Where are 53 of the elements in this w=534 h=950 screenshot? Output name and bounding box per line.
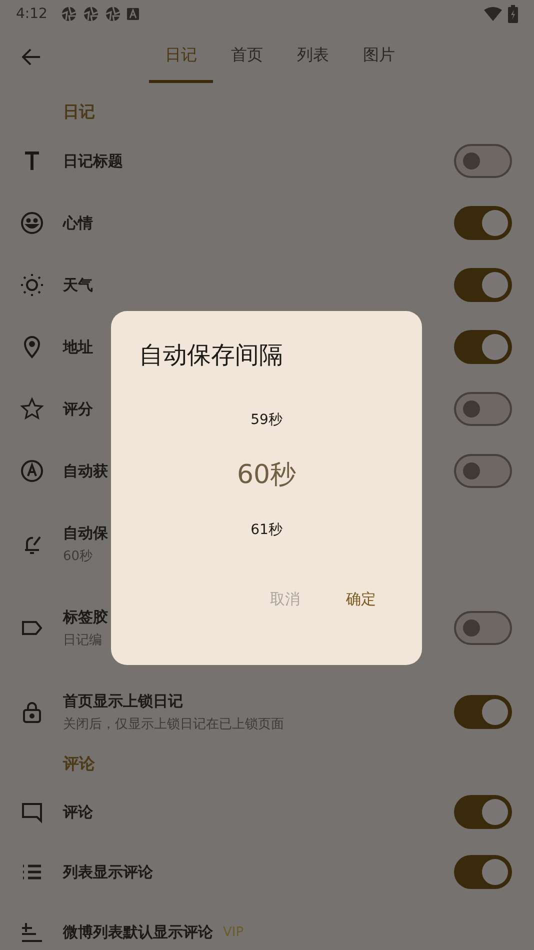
toggle-switch[interactable] [454,206,512,240]
sort-lines-icon [20,920,44,944]
tab[interactable]: 列表 [281,31,345,83]
toggle-switch[interactable] [454,855,512,889]
smiley-icon [20,211,44,235]
aperture-icon [83,6,100,22]
tab[interactable]: 日记 [149,31,213,83]
tab[interactable]: 图片 [347,31,411,83]
picker-option[interactable]: 60秒 [236,448,296,503]
setting-title: 评分 [63,400,93,418]
star-icon [20,397,44,421]
setting-title: 日记标题 [63,152,123,170]
section-header: 日记 [62,101,96,123]
circled-a-icon [20,459,44,483]
toggle-switch[interactable] [454,268,512,302]
comment-icon [20,800,44,824]
setting-title: 首页显示上锁日记 [63,692,183,710]
picker-option[interactable]: 59秒 [250,393,282,448]
aperture-icon [105,6,122,22]
toggle-switch[interactable] [454,144,512,178]
picker-option[interactable]: 61秒 [250,503,282,558]
back-arrow-icon[interactable] [22,48,41,66]
setting-title: 自动保 [63,524,108,542]
setting-title: 评论 [63,802,93,822]
toggle-switch[interactable] [454,695,512,729]
status-time: 4:12 [16,6,48,22]
letter-a-icon [127,8,140,20]
confirm-button[interactable]: 确定 [328,580,394,619]
setting-description: 日记编 [63,632,102,648]
tab[interactable]: 首页 [215,31,279,83]
setting-title: 微博列表默认显示评论 [63,922,213,942]
setting-title: 列表显示评论 [63,862,153,882]
vip-label: VIP [223,924,244,940]
sun-icon [20,273,44,297]
setting-title: 标签胶 [63,608,108,626]
toggle-switch[interactable] [454,795,512,829]
cancel-button[interactable]: 取消 [252,580,318,619]
battery-icon [508,5,518,23]
toggle-switch[interactable] [454,454,512,488]
toggle-switch[interactable] [454,330,512,364]
setting-title: 天气 [63,276,93,294]
setting-description: 60秒 [63,548,93,564]
dialog-title: 自动保存间隔 [139,340,284,371]
wifi-icon [484,7,502,21]
setting-description: 关闭后，仅显示上锁日记在已上锁页面 [63,716,284,732]
section-header: 评论 [62,753,96,775]
toggle-switch[interactable] [454,392,512,426]
aperture-icon [61,6,78,22]
lock-icon [20,700,44,724]
setting-title: 地址 [63,338,93,356]
setting-title: 自动获 [63,462,108,480]
toggle-switch[interactable] [454,611,512,645]
setting-title: 心情 [63,214,93,232]
